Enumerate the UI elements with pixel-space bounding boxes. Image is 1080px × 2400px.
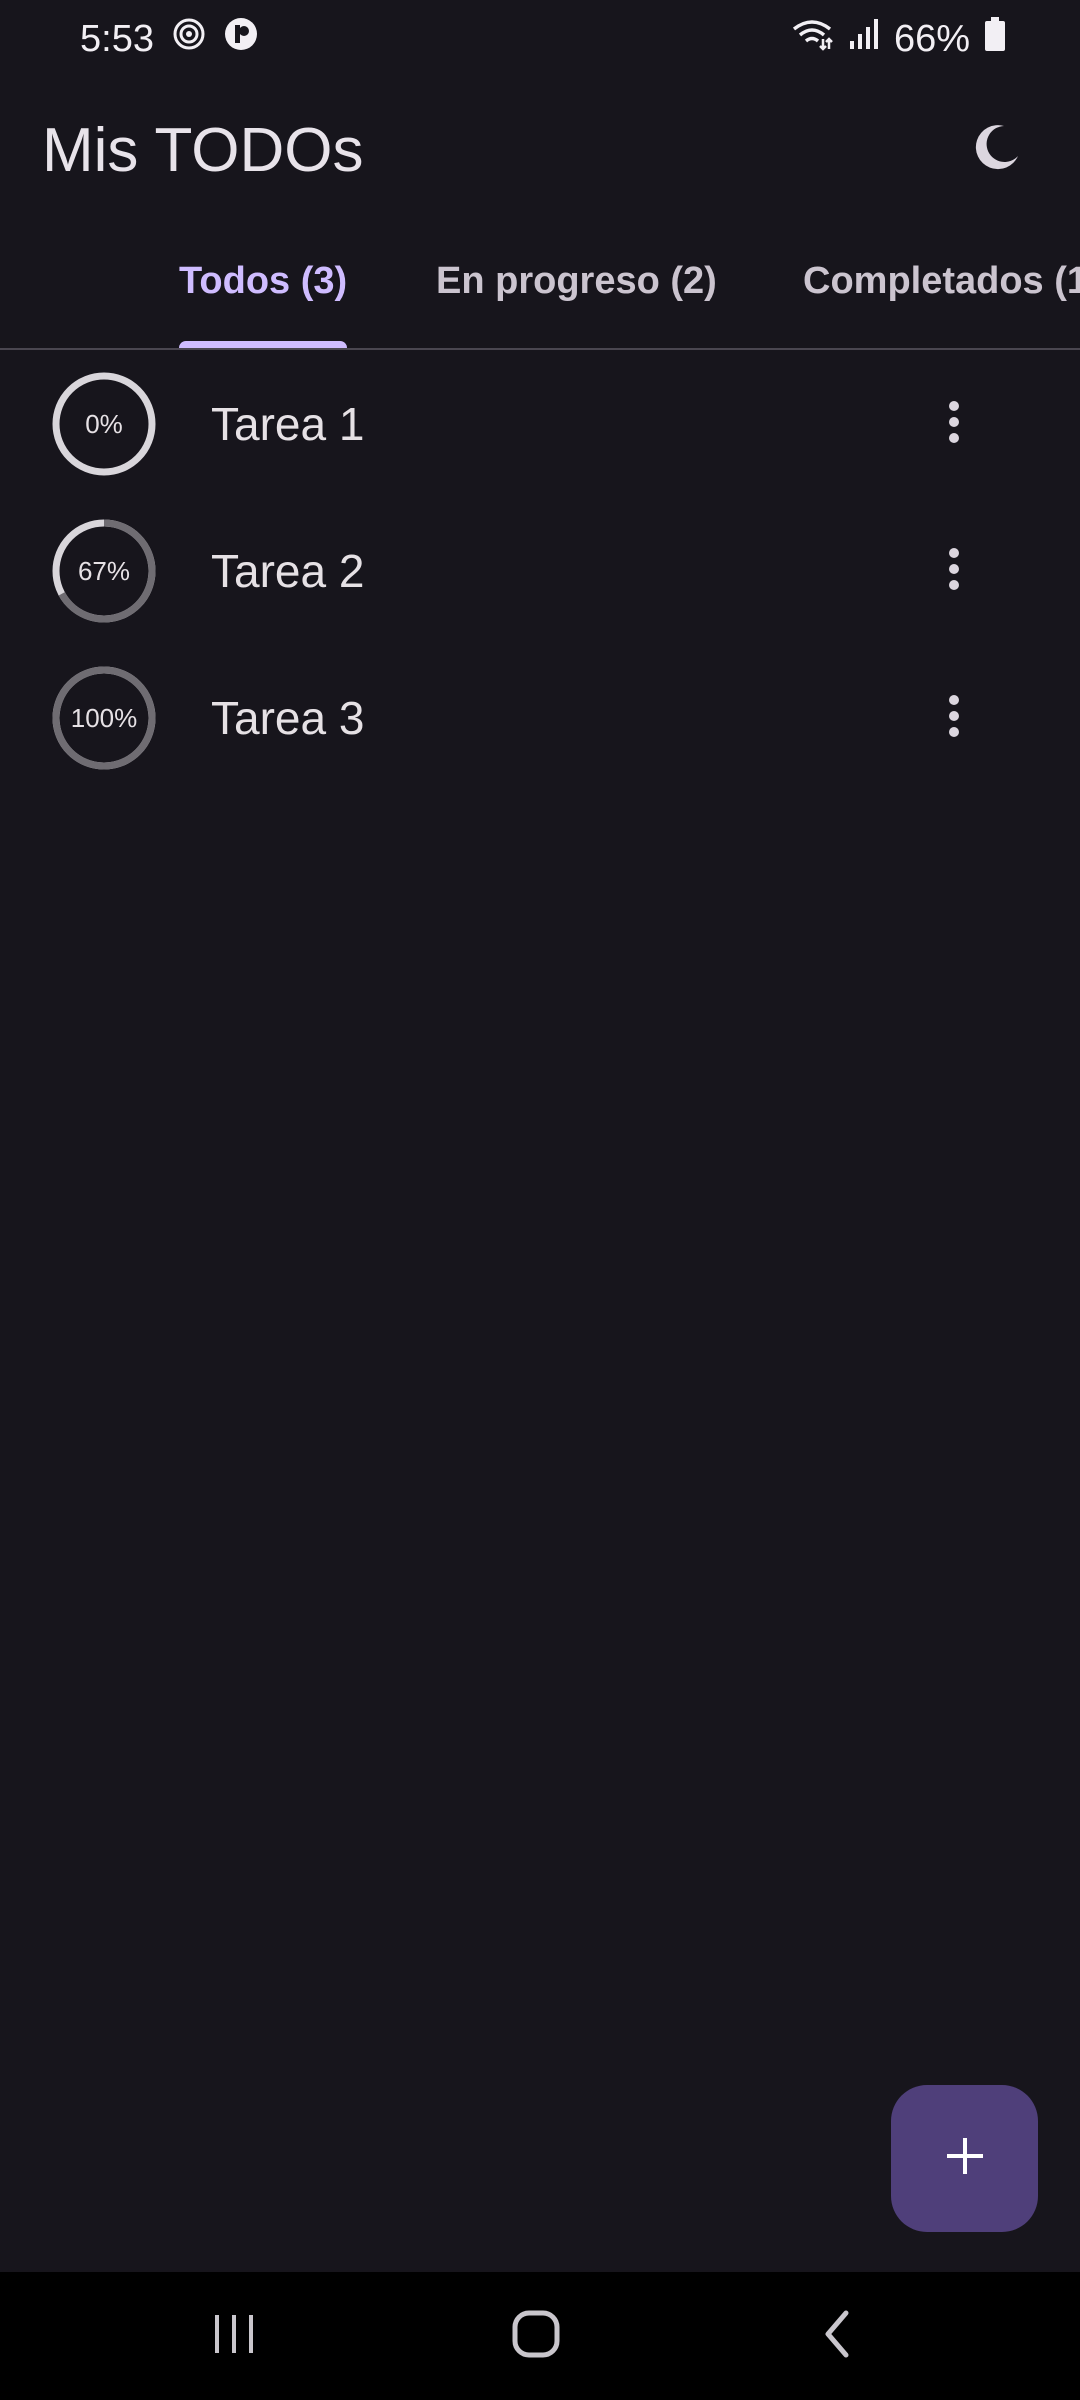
- progress-label: 0%: [85, 408, 123, 439]
- status-time: 5:53: [80, 17, 154, 60]
- list-item[interactable]: 67% Tarea 2: [0, 497, 1080, 644]
- status-left: 5:53: [80, 17, 258, 61]
- list-item[interactable]: 100% Tarea 3: [0, 644, 1080, 791]
- tab-bar: Todos (3) En progreso (2) Completados (1…: [0, 238, 1080, 350]
- app-bar: Mis TODOs: [0, 100, 1080, 200]
- tab-label: Todos (3): [179, 260, 348, 302]
- app-notification-icon: [224, 17, 258, 61]
- task-title: Tarea 2: [211, 544, 365, 597]
- home-icon: [511, 2309, 561, 2364]
- recent-apps-icon: [211, 2311, 257, 2362]
- status-right: 66%: [790, 16, 1006, 62]
- moon-icon: [970, 122, 1022, 179]
- tab-label: Completados (1): [803, 260, 1080, 302]
- task-title: Tarea 1: [211, 397, 365, 450]
- tab-completados[interactable]: Completados (1): [803, 238, 1080, 348]
- task-title: Tarea 3: [211, 691, 365, 744]
- tab-en-progreso[interactable]: En progreso (2): [436, 238, 717, 348]
- tab-indicator: [179, 341, 348, 348]
- more-options-button[interactable]: [906, 376, 1002, 472]
- progress-label: 100%: [70, 702, 138, 733]
- more-vert-icon: [948, 400, 960, 449]
- list-item[interactable]: 0% Tarea 1: [0, 350, 1080, 497]
- recent-apps-button[interactable]: [174, 2292, 294, 2380]
- more-options-button[interactable]: [906, 523, 1002, 619]
- plus-icon: [945, 2136, 985, 2181]
- progress-ring: 67%: [50, 517, 158, 625]
- tab-todos[interactable]: Todos (3): [179, 238, 348, 348]
- page-title: Mis TODOs: [42, 115, 364, 185]
- more-vert-icon: [948, 547, 960, 596]
- target-icon: [172, 17, 206, 61]
- back-button[interactable]: [778, 2292, 898, 2380]
- task-list: 0% Tarea 1 67% Tarea 2 100% Tarea 3: [0, 350, 1080, 791]
- progress-ring: 100%: [50, 664, 158, 772]
- theme-toggle-button[interactable]: [948, 102, 1044, 198]
- progress-label: 67%: [77, 555, 131, 586]
- back-icon: [818, 2309, 858, 2364]
- wifi-icon: [790, 17, 834, 61]
- more-vert-icon: [948, 694, 960, 743]
- progress-ring: 0%: [50, 370, 158, 478]
- tab-label: En progreso (2): [436, 260, 717, 302]
- home-button[interactable]: [476, 2292, 596, 2380]
- status-bar: 5:53 66%: [0, 0, 1080, 78]
- system-nav-bar: [0, 2272, 1080, 2400]
- signal-icon: [848, 17, 880, 61]
- battery-percent: 66%: [893, 17, 970, 60]
- add-task-button[interactable]: [891, 2085, 1038, 2232]
- battery-icon: [984, 16, 1006, 62]
- more-options-button[interactable]: [906, 670, 1002, 766]
